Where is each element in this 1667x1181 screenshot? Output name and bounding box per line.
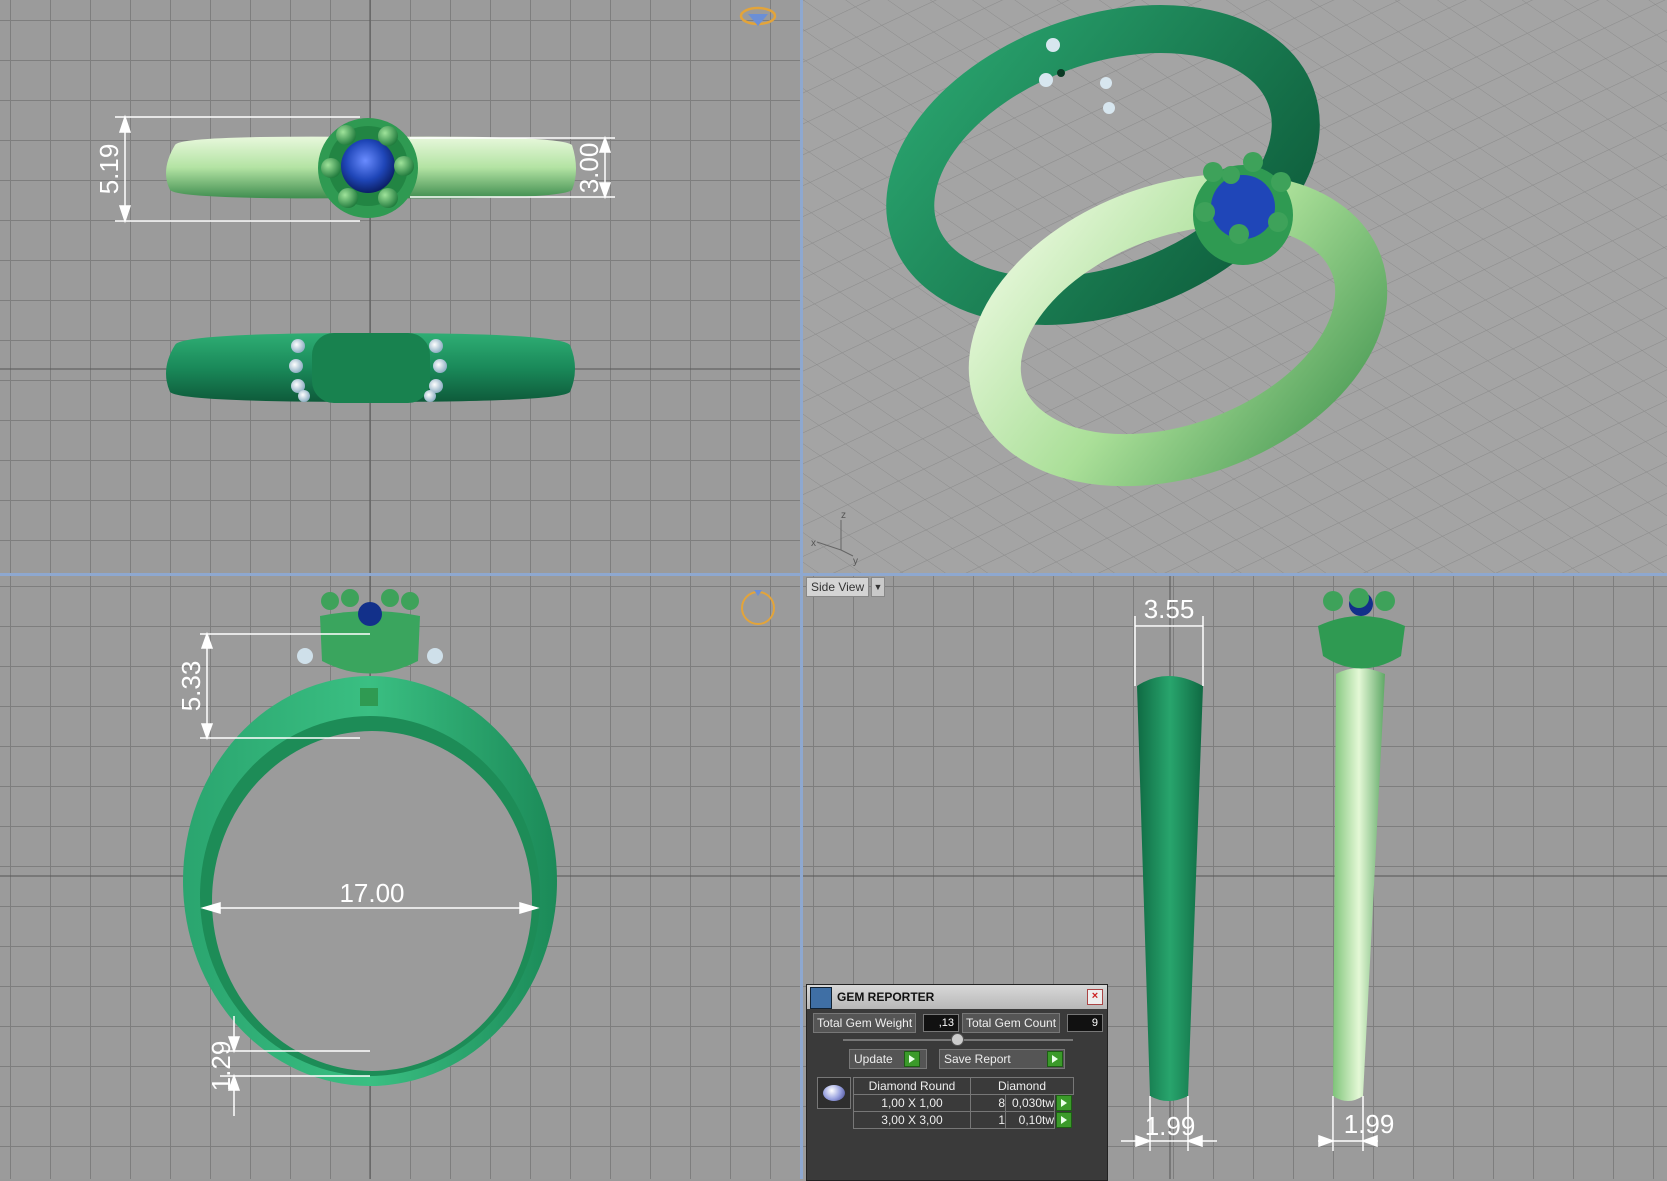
- viewport-separator-horizontal[interactable]: [0, 573, 1667, 576]
- perspective-viewport[interactable]: z x y: [803, 0, 1667, 573]
- top-viewport[interactable]: 5.19 3.00: [0, 0, 800, 573]
- dim-front-head: 5.33: [176, 661, 206, 712]
- dim-front-inner: 17.00: [339, 878, 404, 908]
- table-row-weight: 0,10tw: [1005, 1111, 1055, 1129]
- dim-side-bottom-right: 1.99: [1344, 1109, 1395, 1139]
- gem-reporter-panel: GEM REPORTER × Total Gem Weight ,13 Tota…: [806, 984, 1108, 1181]
- table-row-size: 1,00 X 1,00: [853, 1094, 971, 1112]
- viewport-separator-vertical[interactable]: [800, 0, 803, 1179]
- table-header-material: Diamond: [970, 1077, 1074, 1095]
- dim-top-height: 5.19: [94, 144, 124, 195]
- table-header-shape: Diamond Round: [853, 1077, 971, 1095]
- svg-text:z: z: [841, 510, 846, 521]
- gem-view-icon: [739, 6, 777, 26]
- dim-side-bottom-left: 1.99: [1145, 1111, 1196, 1141]
- gem-reporter-title: GEM REPORTER: [837, 990, 935, 1004]
- table-row-size: 3,00 X 3,00: [853, 1111, 971, 1129]
- gem-reporter-titlebar[interactable]: GEM REPORTER ×: [807, 985, 1107, 1009]
- front-viewport[interactable]: 5.33 17.00 1.29: [0, 576, 800, 1179]
- gem-reporter-icon: [810, 987, 832, 1009]
- row-select-play-icon[interactable]: [1056, 1112, 1072, 1128]
- total-gem-count-value: 9: [1067, 1014, 1103, 1032]
- top-view-drawing: 5.19 3.00: [0, 0, 800, 573]
- gem-thumbnail-icon: [817, 1077, 851, 1109]
- svg-text:y: y: [853, 556, 858, 567]
- total-gem-weight-value: ,13: [923, 1014, 959, 1032]
- close-icon[interactable]: ×: [1087, 989, 1103, 1005]
- sapphire-stone: [341, 139, 395, 193]
- update-play-icon[interactable]: [904, 1051, 920, 1067]
- dim-front-bottom: 1.29: [206, 1041, 236, 1092]
- total-gem-count-label: Total Gem Count: [962, 1013, 1061, 1033]
- save-report-play-icon[interactable]: [1047, 1051, 1063, 1067]
- table-row-count: 8: [970, 1094, 1006, 1112]
- table-row-weight: 0,030tw: [1005, 1094, 1055, 1112]
- view-dropdown-arrow[interactable]: ▼: [871, 577, 885, 597]
- side-view-label[interactable]: Side View: [806, 577, 870, 597]
- front-view-drawing: 5.33 17.00 1.29: [0, 576, 800, 1179]
- row-select-play-icon[interactable]: [1056, 1095, 1072, 1111]
- dim-side-top: 3.55: [1144, 594, 1195, 624]
- perspective-drawing: z x y: [803, 0, 1667, 573]
- panel-slider-knob[interactable]: [951, 1033, 964, 1046]
- side-dark-band: [1137, 676, 1203, 1101]
- table-row-count: 1: [970, 1111, 1006, 1129]
- side-light-band: [1333, 668, 1385, 1101]
- dim-top-band: 3.00: [574, 143, 604, 194]
- svg-text:x: x: [811, 538, 816, 549]
- total-gem-weight-label: Total Gem Weight: [813, 1013, 917, 1033]
- ring-view-icon: [741, 590, 775, 625]
